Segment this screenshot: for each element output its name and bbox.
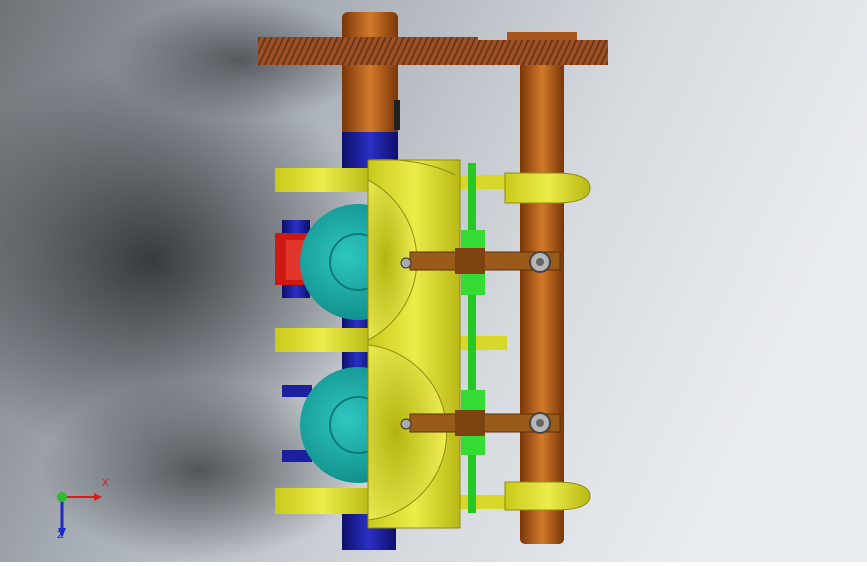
yellow-arm-top-left bbox=[275, 168, 370, 192]
left-copper-shaft bbox=[342, 12, 398, 142]
right-gear bbox=[476, 40, 608, 65]
shaft-key bbox=[394, 100, 400, 130]
yellow-arm-bottom-left bbox=[275, 488, 370, 514]
x-axis-label: X bbox=[102, 478, 109, 489]
yellow-clamp-bottom bbox=[504, 481, 591, 511]
reference-triad: X Z bbox=[40, 478, 120, 548]
yellow-clamp-top bbox=[504, 172, 591, 204]
green-rod bbox=[468, 163, 476, 513]
right-copper-shaft bbox=[520, 32, 564, 544]
z-axis-label: Z bbox=[57, 530, 64, 541]
x-axis-arrow-icon bbox=[62, 493, 102, 501]
model-canvas[interactable] bbox=[0, 0, 867, 562]
yellow-arm-mid-left bbox=[275, 328, 370, 352]
left-gear bbox=[258, 37, 478, 65]
graphics-viewport[interactable] bbox=[0, 0, 867, 562]
y-axis-dot-icon bbox=[57, 492, 67, 502]
